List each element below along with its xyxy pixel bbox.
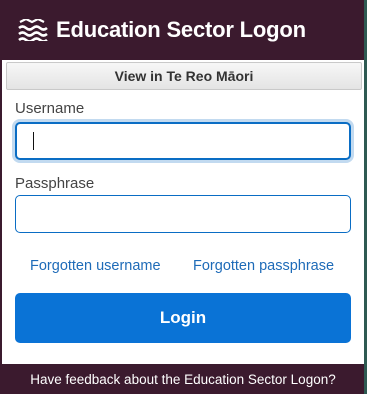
app-title: Education Sector Logon xyxy=(56,17,306,42)
login-panel: Education Sector Logon View in Te Reo Mā… xyxy=(0,0,364,394)
waves-logo-icon xyxy=(18,19,48,41)
forgotten-username-link[interactable]: Forgotten username xyxy=(30,258,161,274)
feedback-link[interactable]: Have feedback about the Education Sector… xyxy=(2,364,364,394)
text-caret xyxy=(33,132,34,150)
language-toggle-button[interactable]: View in Te Reo Māori xyxy=(6,62,362,90)
username-label: Username xyxy=(15,100,85,117)
forgotten-passphrase-link[interactable]: Forgotten passphrase xyxy=(193,258,334,274)
header-bar: Education Sector Logon xyxy=(2,0,364,60)
login-button[interactable]: Login xyxy=(15,293,351,343)
passphrase-input[interactable] xyxy=(15,195,351,233)
passphrase-label: Passphrase xyxy=(15,175,95,192)
username-input[interactable] xyxy=(15,122,351,160)
